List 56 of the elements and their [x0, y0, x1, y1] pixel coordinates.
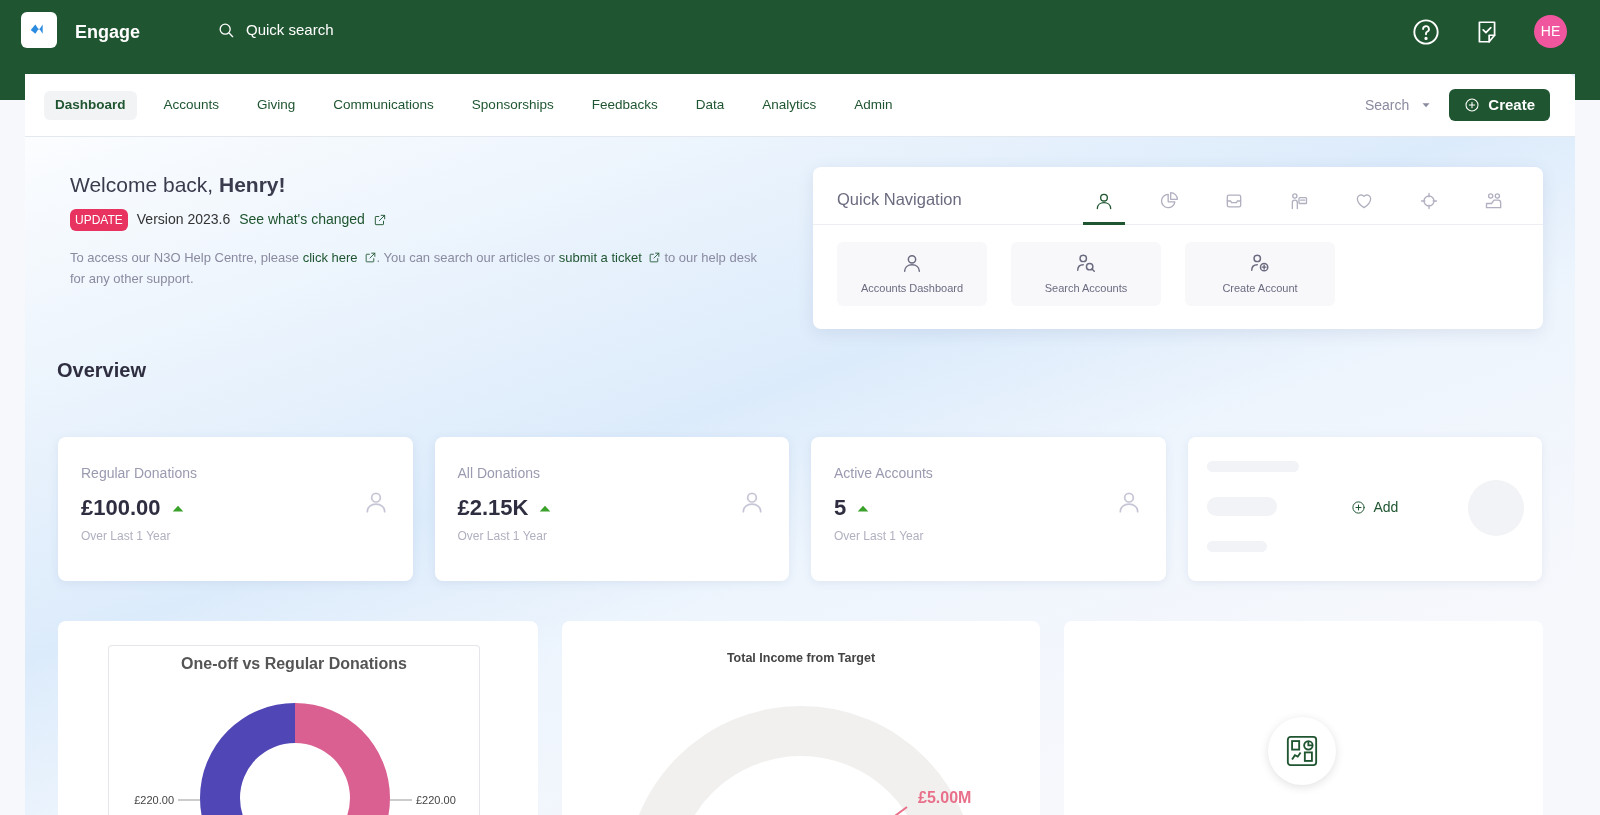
section-heading: Overview — [56, 358, 147, 383]
welcome-heading: Welcome back, Henry! — [70, 172, 287, 198]
nav-tab[interactable]: Giving — [246, 90, 307, 120]
stat-period: Over Last 1 Year — [81, 528, 171, 545]
create-button[interactable]: Create — [1449, 89, 1550, 121]
stat-value: 5 — [834, 494, 847, 522]
target-label: £5.00M — [918, 789, 972, 806]
chart-title: Total Income from Target — [725, 650, 877, 667]
nav-tab[interactable]: Data — [684, 90, 736, 120]
nav-tab[interactable]: Dashboard — [44, 90, 137, 120]
person-speech-icon — [1289, 191, 1309, 211]
nav-tab[interactable]: Analytics — [751, 90, 828, 120]
stat-period: Over Last 1 Year — [834, 528, 924, 545]
help-icon[interactable] — [1412, 17, 1440, 46]
version-text: Version 2023.6 — [136, 210, 231, 229]
app-logo[interactable] — [21, 12, 57, 48]
chart-title: One-off vs Regular Donations — [180, 654, 408, 674]
stat-label: Active Accounts — [834, 464, 933, 483]
nav-tab[interactable]: Feedbacks — [580, 90, 669, 120]
stat-label: Regular Donations — [81, 464, 197, 483]
stat-label: All Donations — [457, 464, 540, 483]
quick-nav-tile[interactable]: Accounts Dashboard — [837, 242, 987, 306]
pie-chart-icon — [1159, 191, 1179, 211]
help-link[interactable]: submit a ticket — [558, 246, 661, 268]
data-label: £220.00 — [134, 794, 201, 806]
plus-circle-icon — [1350, 500, 1366, 515]
help-paragraph: To access our N3O Help Centre, please click here . You can search our articles or submit a ticket to our help desk for any other support. — [70, 246, 775, 289]
update-badge: UPDATE — [70, 208, 128, 231]
person-icon — [1094, 191, 1114, 211]
people-icon — [1484, 191, 1504, 211]
quick-nav-tile[interactable]: Search Accounts — [1011, 242, 1161, 306]
nav-tab[interactable]: Sponsorships — [460, 90, 565, 120]
nav-tab[interactable]: Communications — [322, 90, 445, 120]
external-link-icon — [363, 250, 377, 264]
nav-tab[interactable]: Accounts — [152, 90, 231, 120]
nav-tab[interactable]: Admin — [843, 90, 904, 120]
quick-search-field[interactable]: Quick search — [246, 18, 486, 42]
dashboard-widget-icon — [1268, 717, 1336, 785]
external-link-icon — [647, 250, 661, 264]
stat-period: Over Last 1 Year — [457, 528, 547, 545]
data-label: £220.00 — [416, 794, 456, 806]
quick-nav-tile[interactable]: Create Account — [1185, 242, 1335, 306]
help-link[interactable]: click here — [302, 246, 377, 268]
stat-value: £2.15K — [457, 494, 529, 522]
crosshair-icon — [1419, 191, 1439, 211]
plus-circle-icon — [1464, 97, 1481, 113]
external-link-icon — [372, 212, 387, 227]
stat-value: £100.00 — [81, 494, 161, 522]
search-dropdown[interactable]: Search — [1364, 94, 1434, 116]
app-name: Engage — [75, 21, 140, 44]
data-label: £220.00 — [389, 794, 456, 806]
card-title: Quick Navigation — [837, 189, 963, 210]
data-label: £220.00 — [134, 794, 174, 806]
heart-icon — [1354, 191, 1374, 211]
changes-link[interactable]: See what's changed — [239, 209, 387, 230]
add-button[interactable]: Add — [1350, 497, 1399, 518]
